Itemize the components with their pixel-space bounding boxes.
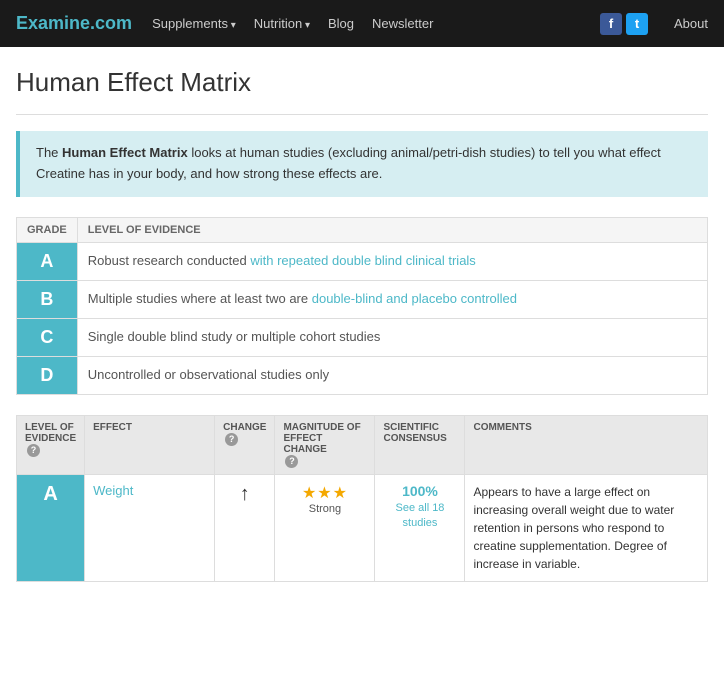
matrix-row: A Weight ↑ ★★★ Strong 100% See all 18 st… [17,474,708,581]
table-row: C Single double blind study or multiple … [17,318,708,356]
stars-label: Strong [283,503,366,515]
grade-a: A [17,242,78,280]
th-magnitude-label: MAGNITUDE OF EFFECT CHANGE [283,422,366,455]
grade-d: D [17,356,78,394]
nav-links: Supplements Nutrition Blog Newsletter [152,16,580,31]
grade-c: C [17,318,78,356]
th-change-label: CHANGE [223,422,266,433]
about-link[interactable]: About [674,16,708,31]
col-grade: GRADE [17,217,78,242]
nav-blog[interactable]: Blog [328,16,354,31]
grade-table: GRADE LEVEL OF EVIDENCE A Robust researc… [16,217,708,395]
stars: ★★★ [283,483,366,503]
th-consensus: SCIENTIFIC CONSENSUS [375,415,465,474]
magnitude-question-badge[interactable]: ? [285,455,298,468]
highlight-a: with repeated double blind clinical tria… [250,253,475,268]
th-change: CHANGE ? [215,415,275,474]
grade-c-desc: Single double blind study or multiple co… [77,318,707,356]
nav-supplements[interactable]: Supplements [152,16,236,31]
th-comments-label: COMMENTS [473,422,699,433]
matrix-grade-a: A [17,474,85,581]
page-title: Human Effect Matrix [16,67,708,98]
divider [16,114,708,115]
nav-newsletter[interactable]: Newsletter [372,16,433,31]
grade-b-desc: Multiple studies where at least two are … [77,280,707,318]
page-content: Human Effect Matrix The Human Effect Mat… [0,47,724,602]
nav-nutrition[interactable]: Nutrition [254,16,310,31]
grade-b: B [17,280,78,318]
site-logo[interactable]: Examine.com [16,13,132,34]
facebook-icon[interactable]: f [600,13,622,35]
th-level: LEVEL OFEVIDENCE ? [17,415,85,474]
change-question-badge[interactable]: ? [225,433,238,446]
table-row: D Uncontrolled or observational studies … [17,356,708,394]
col-evidence: LEVEL OF EVIDENCE [77,217,707,242]
table-row: B Multiple studies where at least two ar… [17,280,708,318]
nav-social: f t [600,13,648,35]
change-arrow: ↑ [240,483,250,505]
matrix-comments: Appears to have a large effect on increa… [465,474,708,581]
consensus-link[interactable]: See all 18 studies [396,502,445,529]
comments-text: Appears to have a large effect on increa… [473,485,674,571]
th-effect: EFFECT [85,415,215,474]
th-effect-label: EFFECT [93,422,206,433]
highlight-b: double-blind and placebo controlled [312,291,517,306]
th-consensus-label: SCIENTIFIC CONSENSUS [383,422,456,444]
matrix-magnitude: ★★★ Strong [275,474,375,581]
consensus-pct: 100% [383,483,456,499]
twitter-icon[interactable]: t [626,13,648,35]
table-row: A Robust research conducted with repeate… [17,242,708,280]
level-question-badge[interactable]: ? [27,444,40,457]
th-magnitude: MAGNITUDE OF EFFECT CHANGE ? [275,415,375,474]
matrix-table: LEVEL OFEVIDENCE ? EFFECT CHANGE ? MAGNI… [16,415,708,582]
grade-d-desc: Uncontrolled or observational studies on… [77,356,707,394]
matrix-consensus: 100% See all 18 studies [375,474,465,581]
info-box: The Human Effect Matrix looks at human s… [16,131,708,197]
grade-a-desc: Robust research conducted with repeated … [77,242,707,280]
logo-text: Examine.com [16,13,132,33]
effect-link[interactable]: Weight [93,483,133,498]
matrix-effect: Weight [85,474,215,581]
th-level-label: LEVEL OFEVIDENCE [25,422,76,444]
info-bold: Human Effect Matrix [62,145,188,160]
matrix-change: ↑ [215,474,275,581]
info-prefix: The [36,145,62,160]
th-comments: COMMENTS [465,415,708,474]
